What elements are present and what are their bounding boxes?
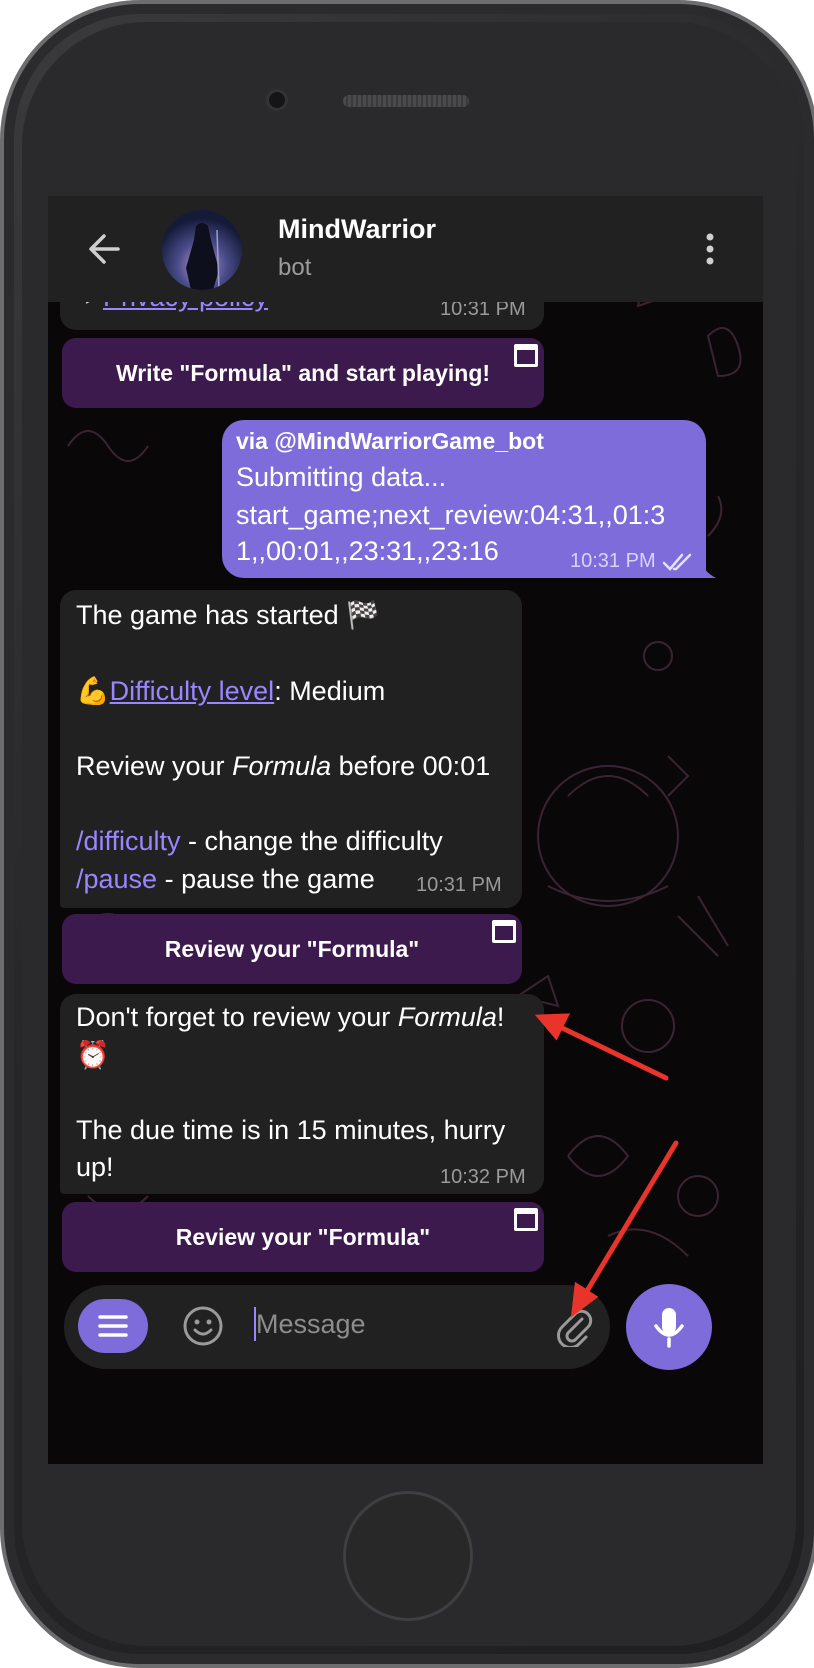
message-time: 10:31 PM [416,874,502,896]
open-window-icon [492,920,516,943]
difficulty-command-line: /difficulty - change the difficulty [76,824,443,858]
inline-button-label: Review your "Formula" [164,935,420,962]
pause-command[interactable]: /pause [76,864,157,894]
bot-menu-button[interactable] [78,1299,148,1353]
message-bubble-game-started: The game has started 🏁 💪Difficulty level… [60,590,522,908]
message-bubble-reminder: Don't forget to review your Formula! ⏰ T… [60,994,544,1194]
pause-command-line: /pause - pause the game [76,862,375,896]
difficulty-command-desc: - change the difficulty [180,826,443,856]
double-check-icon [662,553,692,571]
arrow-left-icon[interactable] [82,226,128,272]
chat-title: MindWarrior [278,214,436,244]
message-input[interactable]: Message [256,1309,366,1340]
review-deadline: before 00:01 [331,751,491,781]
bot-avatar[interactable] [162,210,242,290]
more-vertical-icon[interactable] [698,226,722,272]
front-camera [269,92,285,108]
inline-button-review-formula[interactable]: Review your "Formula" [62,914,522,984]
outgoing-message-bubble: via @MindWarriorGame_bot Submitting data… [222,420,706,578]
message-time: 10:32 PM [440,1166,526,1188]
warrior-avatar-image [162,210,242,290]
inline-button-review-formula-2[interactable]: Review your "Formula" [62,1202,544,1272]
reminder-prefix: Don't forget to review your [76,1002,398,1032]
via-bot-label: via @MindWarriorGame_bot [236,428,544,454]
due-time-line: The due time is in 15 minutes, hurry [76,1115,506,1145]
flexed-biceps-emoji: 💪 [76,676,110,706]
formula-italic: Formula [397,1002,497,1032]
voice-record-button[interactable] [626,1284,712,1370]
difficulty-command[interactable]: /difficulty [76,826,181,856]
review-prefix: Review your [76,751,233,781]
bubble-tail [698,558,716,578]
telegram-chat-screen: MindWarrior bot ▸ Privacy policy 10:31 P… [48,196,763,1464]
alarm-clock-emoji: ⏰ [76,1040,110,1070]
outgoing-line-1: Submitting data... [236,462,447,492]
game-started-line: The game has started 🏁 [76,598,380,632]
open-window-icon [514,1208,538,1231]
earpiece-speaker [343,95,469,107]
game-started-text: The game has started [76,600,339,630]
checkered-flag-emoji: 🏁 [346,600,380,630]
inline-button-start-playing[interactable]: Write "Formula" and start playing! [62,338,544,408]
chat-subtitle: bot [278,254,312,281]
inline-button-label: Review your "Formula" [175,1223,431,1250]
outgoing-line-2: start_game;next_review:04:31,,01:3 [236,500,666,530]
difficulty-level-link[interactable]: Difficulty level [110,676,275,706]
microphone-icon [654,1308,684,1348]
difficulty-line: 💪Difficulty level: Medium [76,674,385,708]
review-deadline-line: Review your Formula before 00:01 [76,749,490,783]
smile-icon[interactable] [182,1305,224,1347]
message-time: 10:31 PM [570,550,656,572]
paperclip-icon[interactable] [552,1305,594,1347]
reminder-exclamation: ! [496,1002,505,1032]
formula-italic: Formula [232,751,332,781]
open-window-icon [514,344,538,367]
difficulty-value: : Medium [274,676,386,706]
alarm-clock-line: ⏰ [76,1038,110,1072]
hamburger-icon [98,1315,128,1337]
outgoing-line-3: 1,,00:01,,23:31,,23:16 [236,536,499,566]
home-button[interactable] [343,1491,473,1621]
inline-button-label: Write "Formula" and start playing! [115,359,491,386]
message-input-bar: Message [64,1285,610,1369]
pause-command-desc: - pause the game [157,864,375,894]
reminder-line-1: Don't forget to review your Formula! [76,1000,504,1034]
hurry-up-line: up! [76,1152,114,1182]
chat-header: MindWarrior bot [48,196,763,302]
